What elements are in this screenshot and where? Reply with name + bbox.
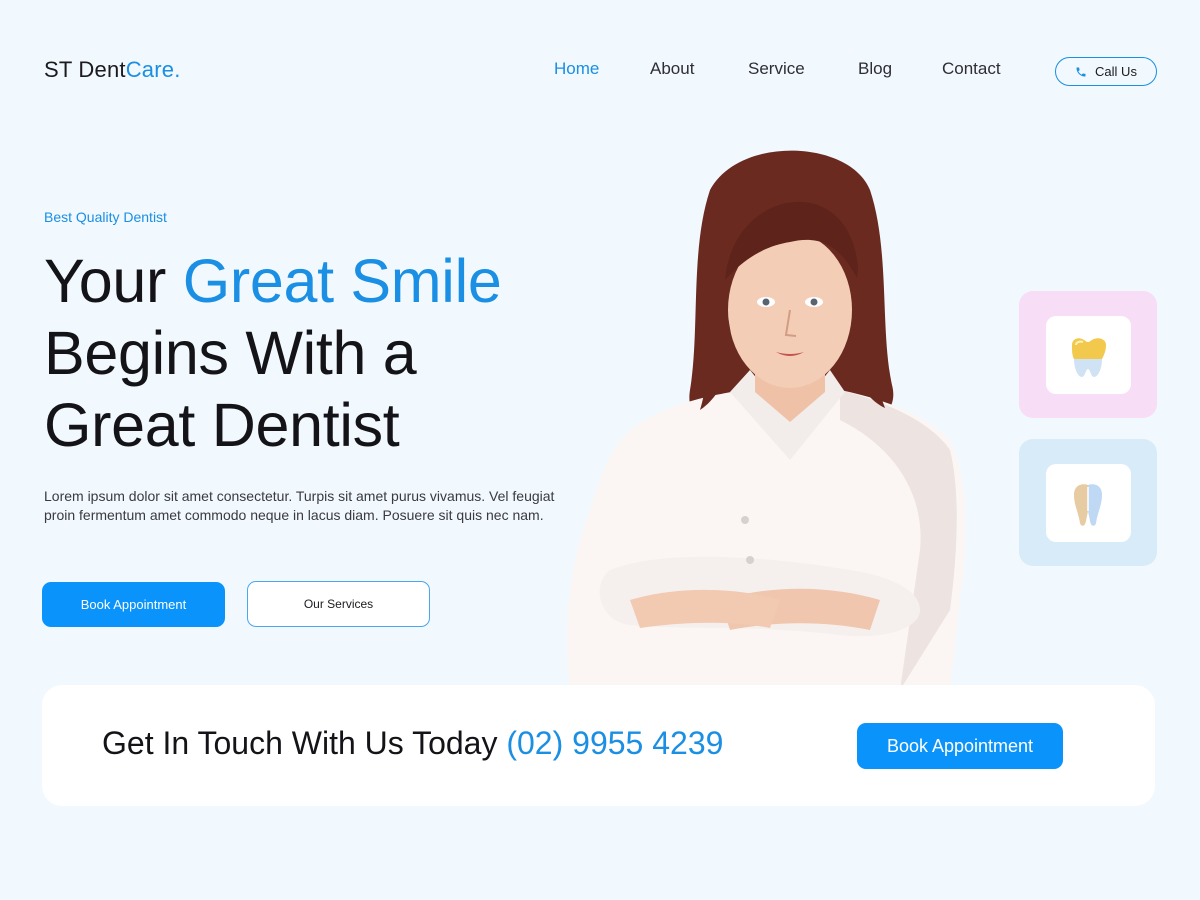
contact-text: Get In Touch With Us Today (02) 9955 423… [102,725,723,762]
main-nav: Home About Service Blog Contact [0,59,1200,83]
nav-contact[interactable]: Contact [942,59,1001,79]
crown-tooth-card-inner [1045,315,1131,394]
implant-tooth-card-inner [1045,463,1131,542]
implant-tooth-card[interactable] [1019,439,1157,566]
headline-line-2: Begins With a [44,319,417,387]
our-services-button[interactable]: Our Services [247,581,430,627]
headline-accent: Great Smile [182,247,502,315]
call-us-button[interactable]: Call Us [1055,57,1157,86]
nav-service[interactable]: Service [748,59,805,79]
hero-eyebrow: Best Quality Dentist [44,209,167,225]
crown-tooth-card[interactable] [1019,291,1157,418]
headline-lead: Your [44,247,183,315]
contact-phone[interactable]: (02) 9955 4239 [506,725,723,761]
contact-book-appointment-button[interactable]: Book Appointment [857,723,1063,769]
contact-strip: Get In Touch With Us Today (02) 9955 423… [42,685,1155,806]
headline-line-3: Great Dentist [44,391,400,459]
dentist-photo [566,150,966,690]
book-appointment-button[interactable]: Book Appointment [42,582,225,627]
nav-about[interactable]: About [650,59,694,79]
tooth-implant-icon [1074,483,1102,526]
gold-crown-tooth-icon [1072,337,1106,377]
contact-lead: Get In Touch With Us Today [102,725,507,761]
call-us-label: Call Us [1095,64,1137,79]
nav-blog[interactable]: Blog [858,59,892,79]
nav-home[interactable]: Home [554,59,599,79]
phone-icon [1076,67,1086,76]
hero-headline: Your Great Smile Begins With a Great Den… [44,245,604,461]
hero-description: Lorem ipsum dolor sit amet consectetur. … [44,488,555,523]
